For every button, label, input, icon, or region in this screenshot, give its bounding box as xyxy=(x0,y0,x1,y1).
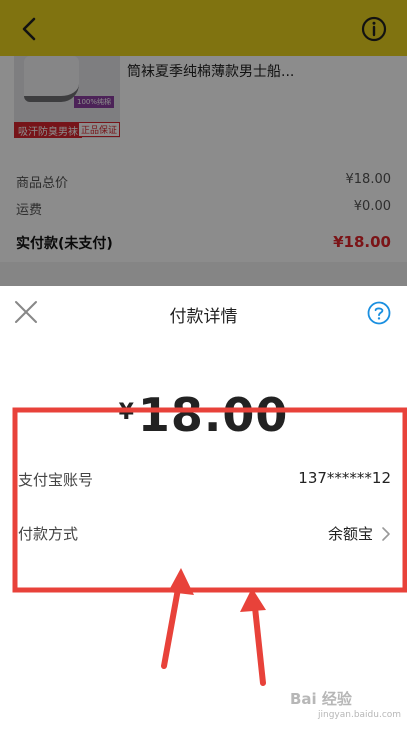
payment-amount: ¥18.00 xyxy=(0,388,407,442)
sheet-title: 付款详情 xyxy=(169,307,238,327)
alipay-account-value: 137******12 xyxy=(298,469,391,487)
payment-method-value: 余额宝 xyxy=(327,525,373,543)
watermark: Bai 经验 xyxy=(290,690,352,708)
payment-method-label: 付款方式 xyxy=(18,525,79,543)
watermark-url: jingyan.baidu.com xyxy=(318,710,402,720)
payment-details-sheet: 付款详情 ¥18.00 支付宝账号 137******12 付款方式 余额宝 xyxy=(0,286,407,743)
chevron-right-icon xyxy=(382,527,390,541)
help-icon[interactable] xyxy=(367,301,391,325)
payment-method-row[interactable]: 付款方式 余额宝 xyxy=(18,518,391,548)
amount-currency: ¥ xyxy=(118,400,134,425)
amount-value: 18.00 xyxy=(137,388,289,442)
alipay-account-row: 支付宝账号 137******12 xyxy=(18,464,391,494)
alipay-account-label: 支付宝账号 xyxy=(18,471,94,489)
